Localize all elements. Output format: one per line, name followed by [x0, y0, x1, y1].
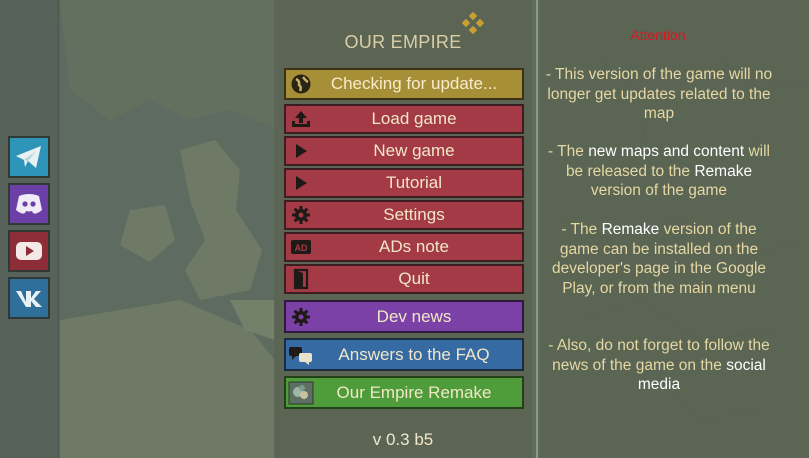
chat-bubbles-icon — [286, 342, 316, 368]
remake-label: Our Empire Remake — [336, 382, 492, 402]
discord-button[interactable] — [8, 183, 50, 225]
globe-icon — [286, 71, 316, 97]
quit-label: Quit — [398, 269, 430, 288]
settings-button[interactable]: Settings — [284, 200, 524, 230]
tutorial-button[interactable]: Tutorial — [284, 168, 524, 198]
game-title: OUR EMPIRE — [344, 32, 462, 52]
telegram-button[interactable] — [8, 136, 50, 178]
youtube-button[interactable] — [8, 230, 50, 272]
vk-icon — [16, 291, 42, 307]
p2-text: version of the game — [590, 182, 728, 199]
p2-highlight-remake: Remake — [694, 162, 753, 180]
dev-news-button[interactable]: Dev news — [284, 300, 524, 333]
gear-icon — [286, 202, 316, 228]
notice-paragraph-2: - The new maps and content will be relea… — [544, 142, 774, 201]
new-game-button[interactable]: New game — [284, 136, 524, 166]
telegram-icon — [16, 146, 41, 168]
p2-highlight-new-maps: new maps and content — [588, 143, 745, 160]
social-links — [8, 136, 56, 324]
remake-button[interactable]: Our Empire Remake — [284, 376, 524, 409]
upload-icon — [286, 106, 316, 132]
tutorial-label: Tutorial — [385, 173, 443, 192]
remake-thumbnail-icon — [286, 380, 316, 406]
settings-label: Settings — [383, 205, 445, 224]
dev-news-label: Dev news — [376, 306, 452, 326]
new-game-label: New game — [373, 141, 455, 160]
load-game-label: Load game — [371, 109, 457, 128]
check-update-label: Checking for update... — [330, 74, 498, 93]
ad-icon: AD — [286, 234, 316, 260]
version-label: v 0.3 b5 — [372, 430, 434, 449]
quit-button[interactable]: Quit — [284, 264, 524, 294]
attention-heading: Attention — [630, 27, 686, 43]
load-game-button[interactable]: Load game — [284, 104, 524, 134]
p3-text: - The — [561, 221, 602, 238]
p2-text: - The — [547, 143, 589, 160]
vk-button[interactable] — [8, 277, 50, 319]
exit-door-icon — [286, 266, 316, 292]
notice-paragraph-3: - The Remake version of the game can be … — [544, 220, 774, 298]
faq-button[interactable]: Answers to the FAQ — [284, 338, 524, 371]
check-update-button[interactable]: Checking for update... — [284, 68, 524, 100]
notice-paragraph-4: - Also, do not forget to follow the news… — [544, 336, 774, 395]
svg-text:AD: AD — [295, 243, 308, 253]
discord-icon — [16, 194, 42, 214]
faq-label: Answers to the FAQ — [338, 344, 490, 364]
ads-note-button[interactable]: AD ADs note — [284, 232, 524, 262]
emblem-icon — [462, 12, 484, 34]
gear-news-icon — [286, 304, 316, 330]
play-icon — [286, 138, 316, 164]
play-icon — [286, 170, 316, 196]
notice-paragraph-1: - This version of the game will no longe… — [545, 66, 773, 122]
youtube-icon — [16, 242, 42, 260]
p3-highlight-remake: Remake — [601, 221, 660, 238]
ads-note-label: ADs note — [379, 237, 449, 256]
